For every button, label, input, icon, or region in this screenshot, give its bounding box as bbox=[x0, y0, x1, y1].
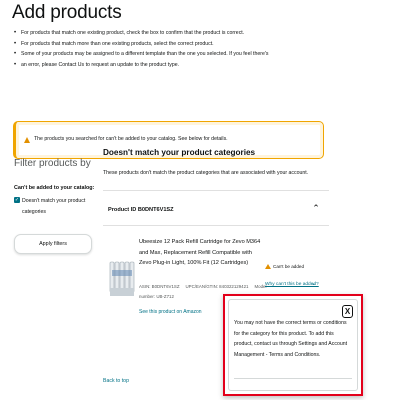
product-image bbox=[109, 261, 135, 296]
divider bbox=[234, 378, 352, 379]
instruction-item: For products that match more than one ex… bbox=[14, 39, 386, 50]
apply-filters-button[interactable]: Apply filters bbox=[14, 234, 92, 254]
product-asin: ASIN: B0DNT6V1SZ bbox=[139, 284, 180, 289]
filter-checkbox[interactable]: ✓ bbox=[14, 197, 20, 203]
instruction-item-continued: an error, please Contact Us to request a… bbox=[14, 60, 386, 71]
back-to-top-link[interactable]: Back to top bbox=[103, 378, 129, 384]
popover-body: X You may not have the correct terms or … bbox=[228, 299, 358, 391]
filter-option-label[interactable]: Doesn't match your product categories bbox=[22, 196, 86, 218]
product-model-number: number: UB-Z712 bbox=[139, 294, 174, 299]
product-image bbox=[109, 261, 135, 296]
chevron-up-icon[interactable]: ⌃ bbox=[312, 204, 320, 213]
instruction-item: For products that match one existing pro… bbox=[14, 28, 386, 39]
product-upc: UPC/EAN/GTIN: 840322129421 bbox=[185, 284, 249, 289]
explanation-popover: X You may not have the correct terms or … bbox=[223, 294, 363, 396]
section-title: Doesn't match your product categories bbox=[103, 148, 256, 157]
alert-text: The products you searched for can't be a… bbox=[34, 136, 228, 142]
instruction-item: Some of your products may be assigned to… bbox=[14, 49, 386, 60]
warning-icon bbox=[265, 264, 271, 269]
warning-icon bbox=[24, 137, 30, 143]
page-title: Add products bbox=[12, 2, 122, 23]
divider bbox=[103, 225, 329, 226]
see-on-amazon-link[interactable]: See this product on Amazon bbox=[139, 309, 202, 315]
instructions-list: For products that match one existing pro… bbox=[14, 28, 386, 70]
check-icon: ✓ bbox=[14, 197, 20, 203]
status-text: Can't be added bbox=[273, 264, 305, 269]
product-id-header: Product ID B0DNT6V1SZ bbox=[108, 207, 174, 213]
divider bbox=[103, 190, 329, 191]
section-subtitle: These products don't match the product c… bbox=[103, 170, 309, 176]
close-icon[interactable]: X bbox=[342, 305, 353, 318]
chevron-down-icon[interactable]: ⌄ bbox=[311, 280, 316, 287]
filter-group-label: Can't be added to your catalog: bbox=[14, 185, 95, 191]
product-name: Ubeesize 12 Pack Refill Cartridge for Ze… bbox=[139, 239, 261, 266]
popover-text: You may not have the correct terms or co… bbox=[234, 320, 348, 358]
filter-title: Filter products by bbox=[14, 158, 91, 169]
